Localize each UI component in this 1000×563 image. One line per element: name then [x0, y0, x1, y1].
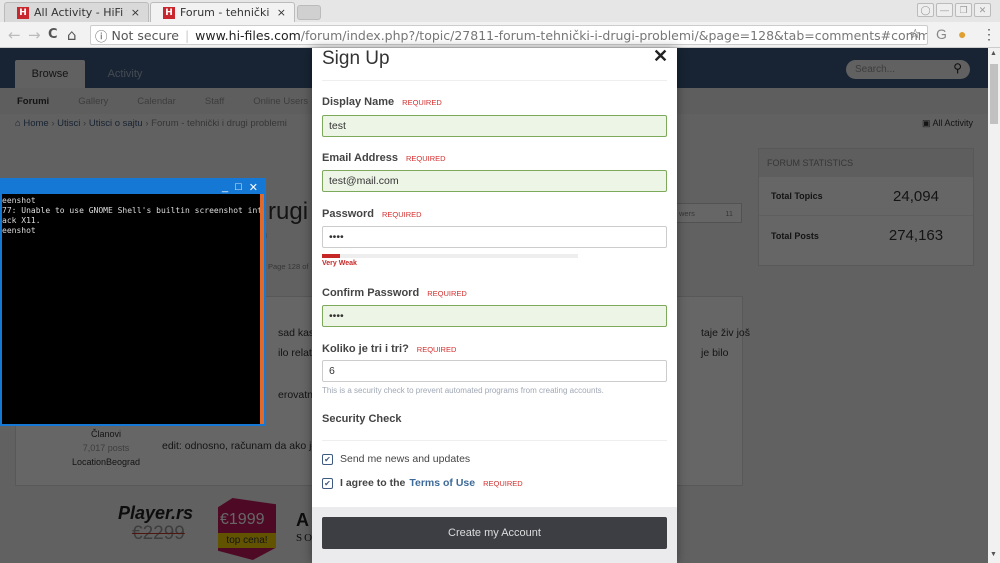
display-name-input[interactable]: test [322, 115, 667, 137]
profile-icon[interactable]: ◯ [917, 3, 934, 17]
minimize-icon[interactable]: — [936, 3, 953, 17]
scrollbar-thumb[interactable] [990, 64, 998, 124]
scroll-down-icon[interactable]: ▼ [990, 551, 997, 558]
tab-forum[interactable]: H Forum - tehnički i dr × [150, 2, 295, 22]
display-name-label: Display Name REQUIRED [322, 96, 442, 108]
minimize-icon[interactable]: _ [222, 181, 228, 193]
email-label: Email Address REQUIRED [322, 152, 446, 164]
confirm-password-input[interactable]: •••• [322, 305, 667, 327]
page-scrollbar[interactable]: ▲ ▼ [988, 48, 1000, 563]
terms-checkbox[interactable]: ✔ [322, 477, 333, 489]
terminal-output[interactable]: eenshot 77: Unable to use GNOME Shell's b… [2, 194, 260, 424]
create-account-button[interactable]: Create my Account [322, 517, 667, 549]
modal-footer: Create my Account [312, 507, 677, 563]
required-badge: REQUIRED [427, 289, 467, 298]
info-icon[interactable]: ⓘ [95, 26, 108, 44]
security-label: Not secure [111, 27, 179, 43]
terms-of-use-link[interactable]: Terms of Use [409, 477, 475, 489]
reload-icon[interactable]: C [48, 27, 58, 42]
required-badge: REQUIRED [416, 345, 457, 354]
email-input[interactable]: test@mail.com [322, 170, 667, 192]
forward-icon[interactable]: → [28, 26, 41, 44]
required-badge: REQUIRED [406, 154, 446, 163]
back-icon[interactable]: ← [8, 26, 21, 44]
site-favicon-icon: H [163, 6, 175, 19]
tab-close-icon[interactable]: × [131, 6, 140, 19]
news-checkbox-row[interactable]: ✔ Send me news and updates [322, 453, 470, 465]
required-badge: REQUIRED [483, 478, 523, 488]
site-favicon-icon: H [17, 6, 29, 19]
required-badge: REQUIRED [381, 210, 422, 219]
tab-all-activity[interactable]: H All Activity - HiFi for × [4, 2, 149, 22]
tab-title: Forum - tehnički i dr [180, 6, 273, 19]
news-checkbox[interactable]: ✔ [322, 453, 333, 465]
tab-close-icon[interactable]: × [277, 6, 286, 19]
close-window-icon[interactable]: ✕ [974, 3, 991, 17]
cookie-extension-icon[interactable]: ● [958, 26, 966, 42]
security-question-hint: This is a security check to prevent auto… [322, 386, 604, 395]
home-icon[interactable]: ⌂ [67, 26, 77, 44]
security-question-label: Koliko je tri i tri? REQUIRED [322, 343, 457, 355]
url-host: www.hi-files.com [195, 27, 301, 43]
maximize-icon[interactable]: □ [235, 181, 242, 193]
password-strength-label: Very Weak [322, 260, 357, 267]
bookmark-star-icon[interactable]: ☆ [909, 27, 921, 42]
scroll-up-icon[interactable]: ▲ [990, 50, 997, 57]
terminal-window[interactable]: _ □ ✕ eenshot 77: Unable to use GNOME She… [0, 178, 266, 426]
new-tab-button[interactable] [297, 5, 321, 20]
password-strength-meter [322, 254, 578, 258]
security-question-input[interactable]: 6 [322, 360, 667, 382]
password-input[interactable]: •••• [322, 226, 667, 248]
modal-title: Sign Up [322, 48, 390, 69]
browser-toolbar: ← → C ⌂ ⓘ Not secure | www.hi-files.com /… [0, 22, 1000, 48]
browser-menu-icon[interactable]: ⋮ [982, 26, 996, 43]
grammarly-extension-icon[interactable]: G [936, 26, 947, 42]
password-label: Password REQUIRED [322, 208, 422, 220]
window-controls: ◯ — ❐ ✕ [917, 3, 991, 17]
signup-modal: Sign Up ✕ Display Name REQUIRED test Emai… [312, 46, 677, 563]
terminal-titlebar[interactable]: _ □ ✕ [2, 180, 264, 194]
url-path: /forum/index.php?/topic/27811-forum-tehn… [300, 27, 928, 43]
confirm-password-label: Confirm Password REQUIRED [322, 287, 467, 299]
close-icon[interactable]: ✕ [653, 46, 668, 67]
tab-strip: H All Activity - HiFi for × H Forum - te… [0, 0, 1000, 22]
close-icon[interactable]: ✕ [249, 181, 258, 194]
address-bar[interactable]: ⓘ Not secure | www.hi-files.com/forum/in… [90, 25, 928, 45]
required-badge: REQUIRED [402, 98, 442, 107]
restore-icon[interactable]: ❐ [955, 3, 972, 17]
tab-title: All Activity - HiFi for [34, 6, 127, 19]
security-check-label: Security Check [322, 413, 402, 425]
password-strength-fill [322, 254, 340, 258]
terms-checkbox-row[interactable]: ✔ I agree to the Terms of Use REQUIRED [322, 477, 523, 489]
